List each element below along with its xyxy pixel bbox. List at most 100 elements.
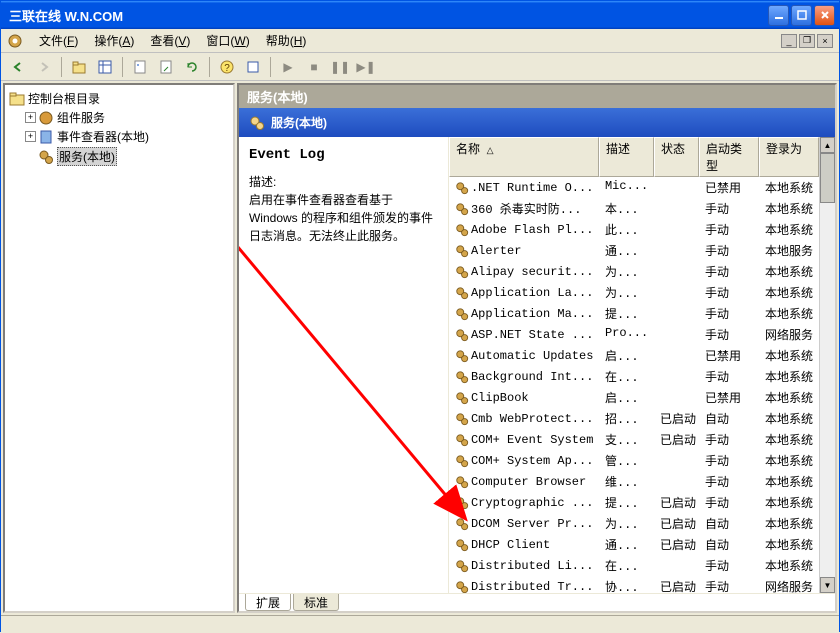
list-row[interactable]: Automatic Updates启...已禁用本地系统 [449,345,819,366]
service-icon [455,412,469,426]
service-startup: 手动 [699,556,759,575]
service-desc: Pro... [599,325,654,344]
list-row[interactable]: Background Int...在...手动本地系统 [449,366,819,387]
scroll-up-icon[interactable]: ▲ [820,137,835,153]
export-button[interactable] [155,56,177,78]
list-row[interactable]: DHCP Client通...已启动自动本地系统 [449,534,819,555]
service-status [654,472,699,491]
list-row[interactable]: Cmb WebProtect...招...已启动自动本地系统 [449,408,819,429]
menu-file[interactable]: 文件(F) [31,30,86,51]
service-logon: 本地系统 [759,430,819,449]
scroll-thumb[interactable] [820,153,835,203]
list-row[interactable]: Cryptographic ...提...已启动手动本地系统 [449,492,819,513]
back-button[interactable] [7,56,29,78]
service-startup: 手动 [699,262,759,281]
list-row[interactable]: ClipBook启...已禁用本地系统 [449,387,819,408]
list-row[interactable]: Distributed Tr...协...已启动手动网络服务 [449,576,819,593]
list-row[interactable]: 360 杀毒实时防...本...手动本地系统 [449,198,819,219]
service-icon [455,559,469,573]
service-status [654,262,699,281]
list-row[interactable]: DCOM Server Pr...为...已启动自动本地系统 [449,513,819,534]
properties-button[interactable] [129,56,151,78]
expand-icon[interactable]: + [25,112,36,123]
menu-action[interactable]: 操作(A) [86,30,142,51]
service-desc: 启... [599,346,654,365]
service-name: ASP.NET State ... [471,328,593,342]
service-desc: 为... [599,514,654,533]
menu-view[interactable]: 查看(V) [142,30,198,51]
pause-button: ❚❚ [329,56,351,78]
service-startup: 自动 [699,514,759,533]
service-startup: 已禁用 [699,178,759,197]
close-button[interactable] [814,5,835,26]
child-minimize-button[interactable]: _ [781,34,797,48]
expand-icon[interactable]: + [25,131,36,142]
refresh-button[interactable] [181,56,203,78]
tree-services[interactable]: 服务(本地) [9,146,229,167]
list-row[interactable]: Alipay securit...为...手动本地系统 [449,261,819,282]
service-startup: 手动 [699,493,759,512]
help-button[interactable]: ? [216,56,238,78]
column-startup[interactable]: 启动类型 [699,137,759,177]
service-status: 已启动 [654,514,699,533]
service-icon [455,181,469,195]
child-close-button[interactable]: × [817,34,833,48]
minimize-button[interactable] [768,5,789,26]
list-row[interactable]: Computer Browser维...手动本地系统 [449,471,819,492]
tab-extended[interactable]: 扩展 [245,594,291,611]
service-status: 已启动 [654,493,699,512]
list-row[interactable]: COM+ System Ap...管...手动本地系统 [449,450,819,471]
list-row[interactable]: Alerter通...手动本地服务 [449,240,819,261]
service-icon [455,286,469,300]
service-startup: 手动 [699,199,759,218]
service-logon: 本地系统 [759,346,819,365]
services-list[interactable]: 名称 △ 描述 状态 启动类型 登录为 .NET Runtime O...Mic… [449,137,819,593]
service-desc: 招... [599,409,654,428]
column-logon[interactable]: 登录为 [759,137,819,177]
gears-icon [249,115,265,131]
service-startup: 已禁用 [699,388,759,407]
list-row[interactable]: ASP.NET State ...Pro...手动网络服务 [449,324,819,345]
tree-components[interactable]: +组件服务 [9,108,229,127]
content-header: 服务(本地) [239,85,835,108]
column-status[interactable]: 状态 [654,137,699,177]
service-startup: 手动 [699,304,759,323]
service-logon: 本地系统 [759,199,819,218]
list-row[interactable]: Distributed Li...在...手动本地系统 [449,555,819,576]
child-restore-button[interactable]: ❐ [799,34,815,48]
column-name[interactable]: 名称 △ [449,137,599,177]
list-row[interactable]: .NET Runtime O...Mic...已禁用本地系统 [449,177,819,198]
vertical-scrollbar[interactable]: ▲ ▼ [819,137,835,593]
column-description[interactable]: 描述 [599,137,654,177]
maximize-button[interactable] [791,5,812,26]
scroll-down-icon[interactable]: ▼ [820,577,835,593]
service-desc: 在... [599,367,654,386]
service-logon: 本地系统 [759,535,819,554]
menu-window[interactable]: 窗口(W) [198,30,257,51]
service-logon: 本地系统 [759,367,819,386]
tree-pane[interactable]: 控制台根目录 +组件服务 +事件查看器(本地) 服务(本地) [3,83,235,613]
service-startup: 手动 [699,577,759,593]
tab-standard[interactable]: 标准 [293,594,339,611]
list-row[interactable]: Application Ma...提...手动本地系统 [449,303,819,324]
list-row[interactable]: COM+ Event System支...已启动手动本地系统 [449,429,819,450]
service-logon: 本地系统 [759,514,819,533]
restart-button: ▶❚ [355,56,377,78]
service-desc: 启... [599,388,654,407]
menu-help[interactable]: 帮助(H) [258,30,315,51]
gears-icon [38,149,54,165]
service-desc: 协... [599,577,654,593]
service-icon [455,223,469,237]
service-icon [455,496,469,510]
up-button[interactable] [68,56,90,78]
tree-event-viewer[interactable]: +事件查看器(本地) [9,127,229,146]
settings-button[interactable] [242,56,264,78]
service-logon: 本地系统 [759,178,819,197]
list-row[interactable]: Application La...为...手动本地系统 [449,282,819,303]
service-startup: 手动 [699,367,759,386]
view-button[interactable] [94,56,116,78]
service-desc: 提... [599,493,654,512]
list-row[interactable]: Adobe Flash Pl...此...手动本地系统 [449,219,819,240]
service-logon: 网络服务 [759,325,819,344]
tree-root[interactable]: 控制台根目录 [9,89,229,108]
